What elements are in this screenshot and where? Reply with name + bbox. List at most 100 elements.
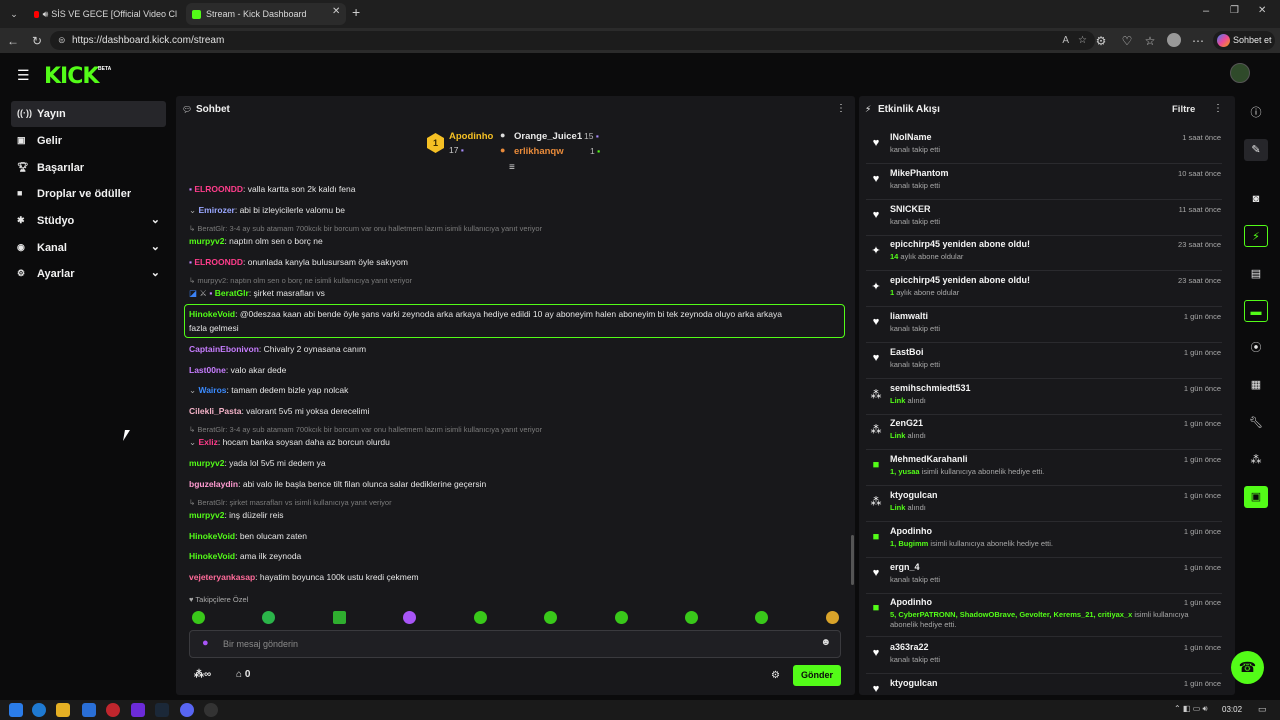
clock[interactable]: 03:02 <box>1222 705 1242 714</box>
activity-event[interactable]: ♥ ktyogulcan 1 gün önce <box>866 674 1222 696</box>
filter-button[interactable]: Filtre <box>1172 104 1195 115</box>
windows-start-icon[interactable] <box>9 703 23 717</box>
activity-event[interactable]: ♥ ergn_4 1 gün önce kanalı takip etti <box>866 558 1222 594</box>
kick-logo[interactable]: KICK <box>44 64 99 89</box>
activity-event[interactable]: ■ MehmedKarahanli 1 gün önce 1, yusaa isiml… <box>866 450 1222 487</box>
file-explorer-icon[interactable] <box>56 703 70 717</box>
chat-input[interactable]: ● Bir mesaj gönderin ☻ <box>189 630 841 658</box>
sidebar-item-studyo[interactable]: ✱ Stüdyo ⌄ <box>11 208 166 234</box>
tab-kick-dashboard[interactable]: Stream - Kick Dashboard <box>186 3 346 25</box>
chat-message[interactable]: Last00ne: valo akar dede <box>189 365 286 375</box>
channel-points-icon[interactable]: ⁂ <box>1244 449 1268 471</box>
sidebar-item-yayin[interactable]: ((·)) Yayın <box>11 101 166 127</box>
more-options-icon[interactable]: ⋯ <box>1189 32 1207 50</box>
activity-event[interactable]: ■ Apodinho 1 gün önce 5, CyberPATRONN, Shad… <box>866 593 1222 638</box>
menu-icon[interactable]: ☰ <box>17 67 30 84</box>
microphone-icon[interactable]: ● <box>202 637 209 649</box>
emote-icon[interactable] <box>685 611 698 624</box>
new-tab-button[interactable]: + <box>352 4 360 20</box>
favorite-star-icon[interactable]: ☆ <box>1078 31 1087 50</box>
chat-message[interactable]: ▪ ELROONDD: valla kartta son 2k kaldı fe… <box>189 184 355 194</box>
back-button[interactable]: ← <box>4 32 22 50</box>
chat-message[interactable]: murpyv2: yada lol 5v5 mi dedem ya <box>189 458 326 468</box>
chat-options-icon[interactable]: ⋮ <box>836 103 846 114</box>
activity-event[interactable]: ♥ SNICKER 11 saat önce kanalı takip etti <box>866 200 1222 236</box>
emoji-icon[interactable]: ☻ <box>820 637 831 648</box>
clip-icon[interactable]: ▦ <box>1244 374 1268 396</box>
app-icon[interactable] <box>82 703 96 717</box>
sidebar-item-droplar[interactable]: ■ Droplar ve ödüller <box>11 181 166 207</box>
sidebar-item-basarilar[interactable]: 🏆︎ Başarılar <box>11 155 166 181</box>
emote-icon[interactable] <box>403 611 416 624</box>
address-bar[interactable]: ⊜ https://dashboard.kick.com/stream A ☆ <box>50 31 1095 50</box>
activity-event[interactable]: ✦ epicchirp45 yeniden abone oldu! 23 saat … <box>866 235 1222 272</box>
activity-options-icon[interactable]: ⋮ <box>1213 103 1223 114</box>
maximize-button[interactable]: ❐ <box>1230 5 1239 16</box>
chat-message[interactable]: HinokeVoid: ama ilk zeynoda <box>189 551 301 561</box>
sidebar-item-gelir[interactable]: ▣ Gelir <box>11 128 166 154</box>
pinned-expand-icon[interactable]: ≡ <box>509 162 515 173</box>
activity-event[interactable]: ♥ EastBoi 1 gün önce kanalı takip etti <box>866 343 1222 379</box>
chat-message[interactable]: ▪ ELROONDD: onunlada kanyla bulusursam ö… <box>189 257 408 267</box>
visual-studio-icon[interactable] <box>131 703 145 717</box>
chat-message[interactable]: Cilekli_Pasta: valorant 5v5 mi yoksa der… <box>189 406 369 416</box>
emote-icon[interactable] <box>755 611 768 624</box>
emote-icon[interactable] <box>544 611 557 624</box>
support-button[interactable]: ☎ <box>1231 651 1264 684</box>
close-tab-icon[interactable]: ✕ <box>332 6 340 17</box>
tab-youtube[interactable]: 🔊︎ SİS VE GECE [Official Video Cl <box>28 3 183 25</box>
emote-icon[interactable] <box>615 611 628 624</box>
camera-icon[interactable]: ◙ <box>1244 188 1268 210</box>
tab-list-icon[interactable]: ⌄ <box>5 5 23 23</box>
opera-icon[interactable] <box>106 703 120 717</box>
favorites-icon[interactable]: ☆ <box>1141 32 1159 50</box>
site-info-icon[interactable]: ⊜ <box>58 31 66 50</box>
read-aloud-icon[interactable]: A <box>1062 31 1069 50</box>
activity-feed-toggle-icon[interactable]: ⚡︎ <box>1244 225 1268 247</box>
send-button[interactable]: Gönder <box>793 665 841 686</box>
system-tray-icons[interactable]: ⌃ ◧ ▭ 🔊︎ <box>1174 704 1208 714</box>
chat-message[interactable]: bguzelaydin: abi valo ile başla bence ti… <box>189 479 486 489</box>
copilot-button[interactable]: Sohbet et <box>1213 31 1275 50</box>
activity-event[interactable]: ✦ epicchirp45 yeniden abone oldu! 23 saat … <box>866 271 1222 308</box>
info-icon[interactable]: ⓘ <box>1244 102 1268 124</box>
emote-icon[interactable] <box>474 611 487 624</box>
minimize-button[interactable]: – <box>1203 5 1209 17</box>
chat-message[interactable]: ⌄ Wairos: tamam dedem bizle yap nolcak <box>189 385 348 396</box>
emote-tab[interactable]: ♥ Takipçilere Özel <box>189 595 248 604</box>
chat-message[interactable]: CaptainEbonivon: Chivalry 2 oynasana can… <box>189 344 366 354</box>
chat-message[interactable]: ⌄ Emirozer: abi bi izleyicilerle valomu … <box>189 205 345 216</box>
sidebar-item-kanal[interactable]: ◉ Kanal ⌄ <box>11 235 166 261</box>
chat-message[interactable]: HinokeVoid: ben olucam zaten <box>189 531 307 541</box>
activity-event[interactable]: ⁂ ZenG21 1 gün önce Link alındı <box>866 414 1222 451</box>
second-gifter-name[interactable]: Orange_Juice1 <box>514 131 582 142</box>
activity-event[interactable]: ♥ a363ra22 1 gün önce kanalı takip etti <box>866 638 1222 675</box>
chat-message[interactable]: murpyv2: naptın olm sen o borç ne <box>189 236 323 246</box>
chat-message[interactable]: ◪ ⚔ ▪ BeratGlr: şirket masrafları vs <box>189 288 325 299</box>
activity-event[interactable]: ■ Apodinho 1 gün önce 1, Bugimm isimli kull… <box>866 522 1222 558</box>
activity-event[interactable]: ⁂ ktyogulcan 1 gün önce Link alındı <box>866 486 1222 522</box>
wrench-icon[interactable]: 🔧︎ <box>1244 412 1268 434</box>
browser-essentials-icon[interactable]: ♡ <box>1118 32 1136 50</box>
third-gifter-name[interactable]: erlikhanqw <box>514 146 564 157</box>
chat-toggle-icon[interactable]: ▬ <box>1244 300 1268 322</box>
profile-avatar[interactable] <box>1167 33 1181 47</box>
notes-icon[interactable]: ▤ <box>1244 263 1268 285</box>
activity-event[interactable]: ♥ MikePhantom 10 saat önce kanalı takip ett… <box>866 164 1222 200</box>
chat-settings-icon[interactable]: ⚙ <box>771 670 780 681</box>
emote-icon[interactable] <box>192 611 205 624</box>
obs-icon[interactable] <box>204 703 218 717</box>
chat-message[interactable]: ⌄ Exliz: hocam banka soysan daha az borc… <box>189 437 390 448</box>
edit-icon[interactable]: ✎ <box>1244 139 1268 161</box>
activity-event[interactable]: ♥ liamwalti 1 gün önce kanalı takip etti <box>866 307 1222 343</box>
extensions-icon[interactable]: ⚙ <box>1092 32 1110 50</box>
close-window-button[interactable]: ✕ <box>1258 5 1266 16</box>
shop-indicator[interactable]: ⌂ 0 <box>236 669 250 680</box>
sidebar-item-ayarlar[interactable]: ⚙ Ayarlar ⌄ <box>11 261 166 287</box>
broadcast-icon[interactable]: ⦿ <box>1244 337 1268 359</box>
refresh-button[interactable]: ↻ <box>28 32 46 50</box>
edge-icon[interactable] <box>32 703 46 717</box>
notification-icon[interactable]: ▭ <box>1258 704 1267 715</box>
steam-icon[interactable] <box>155 703 169 717</box>
top-gifter-name[interactable]: Apodinho <box>449 131 493 142</box>
